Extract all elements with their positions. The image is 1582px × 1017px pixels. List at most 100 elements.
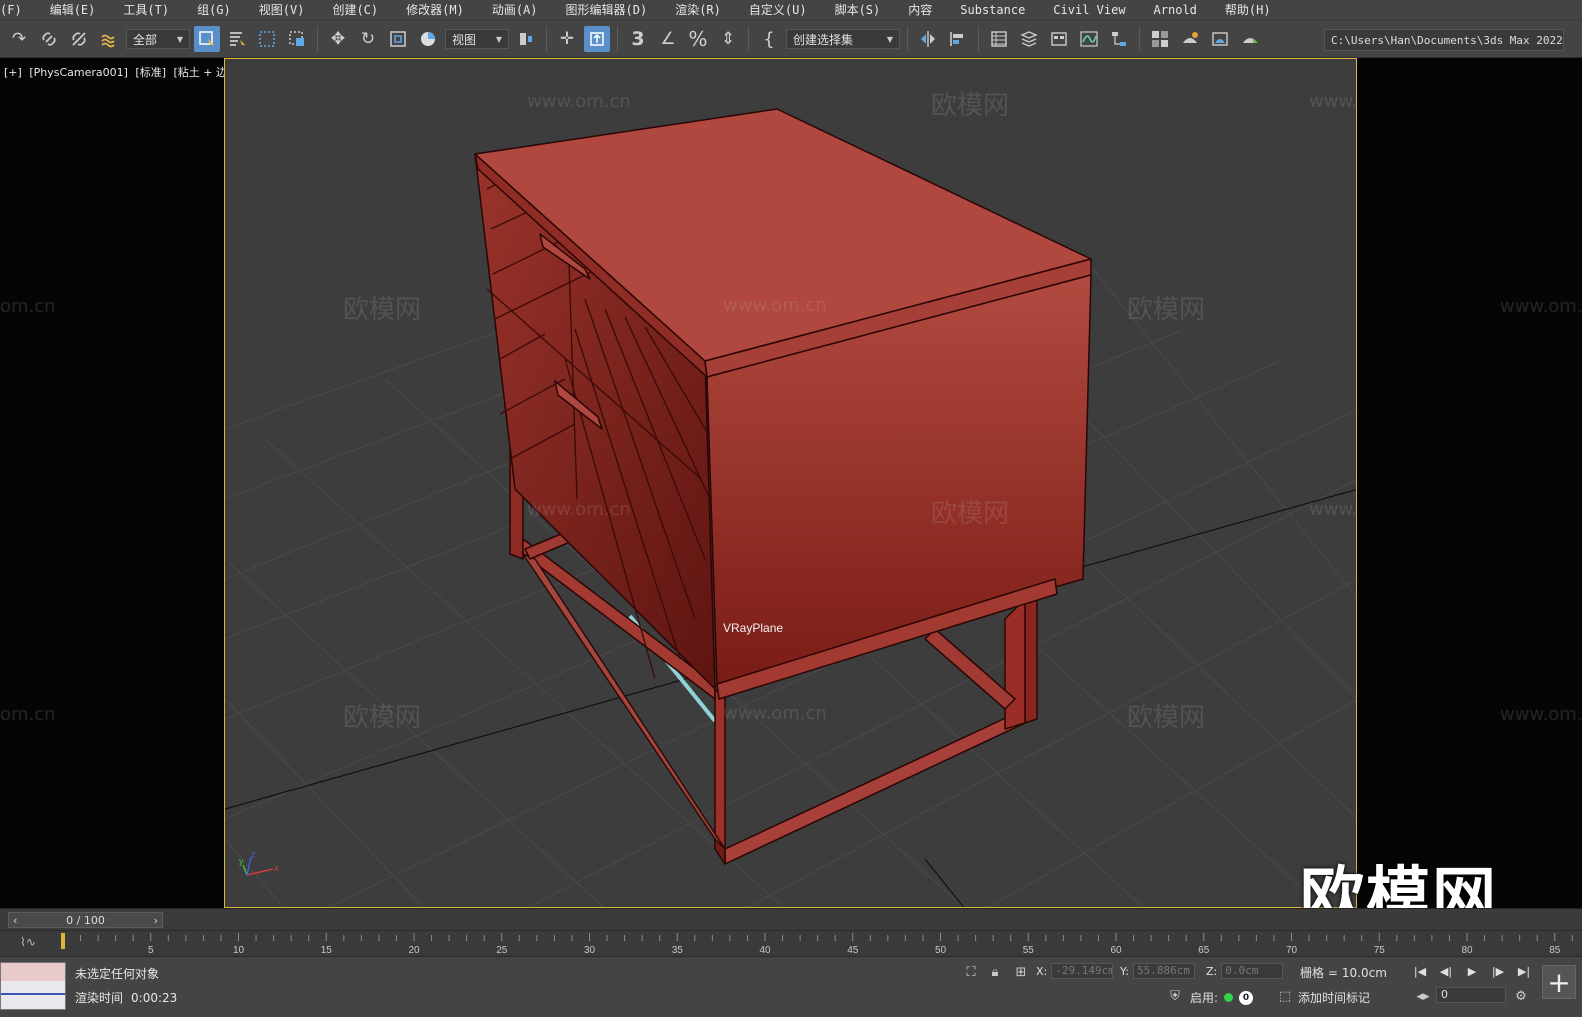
select-by-name-icon[interactable] bbox=[224, 26, 250, 52]
add-time-tag-icon[interactable]: ⬚ bbox=[1276, 987, 1294, 1005]
unlink-icon[interactable] bbox=[66, 26, 92, 52]
menu-item[interactable]: 组(G) bbox=[183, 0, 245, 20]
select-manipulate-icon[interactable]: ✛ bbox=[554, 26, 580, 52]
next-frame-icon[interactable]: |▶ bbox=[1488, 963, 1508, 979]
reference-coordinate-dropdown[interactable]: 视图 ▼ bbox=[445, 29, 509, 49]
link-icon[interactable] bbox=[36, 26, 62, 52]
absolute-mode-icon[interactable]: ⊞ bbox=[1012, 963, 1030, 981]
spinner-snap-icon[interactable]: ⇕ bbox=[715, 26, 741, 52]
chevron-down-icon: ▼ bbox=[886, 34, 893, 44]
menu-item[interactable]: 修改器(M) bbox=[392, 0, 478, 20]
render-setup-icon[interactable] bbox=[1177, 26, 1203, 52]
menu-item[interactable]: 工具(T) bbox=[109, 0, 183, 20]
menu-item[interactable]: 视图(V) bbox=[245, 0, 319, 20]
add-time-tag[interactable]: 添加时间标记 bbox=[1298, 989, 1370, 1006]
toolbar-separator bbox=[748, 26, 749, 52]
menu-item[interactable]: 脚本(S) bbox=[821, 0, 895, 20]
time-slider-next-icon[interactable]: › bbox=[154, 914, 158, 927]
time-slider-handle[interactable]: ‹ 0 / 100 › bbox=[8, 912, 163, 928]
render-time-value: 0:00:23 bbox=[131, 991, 178, 1005]
menu-item[interactable]: 图形编辑器(D) bbox=[552, 0, 662, 20]
menu-item[interactable]: 创建(C) bbox=[318, 0, 392, 20]
keyboard-shortcut-override-icon[interactable] bbox=[584, 26, 610, 52]
menu-item[interactable]: 编辑(E) bbox=[36, 0, 110, 20]
z-label: Z: bbox=[1206, 964, 1218, 978]
viewport-label-menu[interactable]: [+] [PhysCamera001] [标准] [粘土 + 边面] bbox=[4, 64, 246, 80]
viewport-general-menu[interactable]: [+] bbox=[4, 66, 22, 79]
menu-item[interactable]: 帮助(H) bbox=[1211, 0, 1285, 20]
scene-explorer-icon[interactable] bbox=[986, 26, 1012, 52]
select-object-icon[interactable] bbox=[194, 26, 220, 52]
selection-filter-dropdown[interactable]: 全部 ▼ bbox=[126, 29, 190, 49]
maxscript-mini-listener[interactable] bbox=[0, 962, 66, 1010]
menu-item[interactable]: Civil View bbox=[1039, 0, 1139, 20]
selection-lock-icon[interactable]: 🔒︎ bbox=[986, 963, 1004, 981]
material-editor-icon[interactable] bbox=[1147, 26, 1173, 52]
viewport-shading-menu[interactable]: [标准] bbox=[135, 66, 166, 79]
listener-output bbox=[1, 993, 65, 995]
go-to-start-icon[interactable]: |◀ bbox=[1410, 963, 1430, 979]
playback-controls: |◀ ◀| ▶ |▶ ▶| bbox=[1410, 963, 1534, 979]
menu-item[interactable]: 渲染(R) bbox=[661, 0, 735, 20]
key-mode-icon[interactable]: ◂▸ bbox=[1414, 987, 1432, 1005]
toolbar-separator bbox=[978, 26, 979, 52]
rotate-icon[interactable]: ↻ bbox=[355, 26, 381, 52]
scale-icon[interactable] bbox=[385, 26, 411, 52]
menu-item[interactable]: Substance bbox=[946, 0, 1039, 20]
project-path-dropdown[interactable]: C:\Users\Han\Documents\3ds Max 2022▼ bbox=[1324, 29, 1564, 51]
toggle-ribbon-icon[interactable] bbox=[1046, 26, 1072, 52]
angle-snap-icon[interactable]: ∠ bbox=[655, 26, 681, 52]
isolate-selection-icon[interactable]: ⛶ bbox=[962, 963, 980, 981]
mirror-icon[interactable] bbox=[915, 26, 941, 52]
menu-item[interactable]: 动画(A) bbox=[478, 0, 552, 20]
rectangular-selection-icon[interactable] bbox=[254, 26, 280, 52]
go-to-end-icon[interactable]: ▶| bbox=[1514, 963, 1534, 979]
place-icon[interactable] bbox=[415, 26, 441, 52]
menu-item[interactable]: Arnold bbox=[1140, 0, 1211, 20]
listener-input[interactable] bbox=[1, 963, 65, 981]
render-production-icon[interactable] bbox=[1237, 26, 1263, 52]
track-tick-label: 25 bbox=[496, 945, 508, 956]
render-time-label: 渲染时间 bbox=[75, 991, 124, 1005]
window-crossing-icon[interactable] bbox=[284, 26, 310, 52]
play-icon[interactable]: ▶ bbox=[1462, 963, 1482, 979]
schematic-view-icon[interactable] bbox=[1106, 26, 1132, 52]
previous-frame-icon[interactable]: ◀| bbox=[1436, 963, 1456, 979]
curve-editor-icon[interactable] bbox=[1076, 26, 1102, 52]
y-label: Y: bbox=[1120, 964, 1129, 978]
track-bar[interactable]: ⌇∿ 5 10 15 20 25 30 35 40 45 50 55 60 65 70 75 80 85 bbox=[0, 930, 1582, 956]
align-icon[interactable] bbox=[945, 26, 971, 52]
current-frame-marker bbox=[61, 933, 65, 949]
rendered-frame-window-icon[interactable] bbox=[1207, 26, 1233, 52]
toolbar-separator bbox=[617, 26, 618, 52]
percent-snap-icon[interactable]: % bbox=[685, 26, 711, 52]
shield-icon[interactable]: ⛨ bbox=[1166, 987, 1184, 1005]
redo-icon[interactable]: ↷ bbox=[6, 26, 32, 52]
watermark-site: www.om.cn bbox=[1500, 704, 1582, 725]
layer-explorer-icon[interactable] bbox=[1016, 26, 1042, 52]
pivot-center-icon[interactable] bbox=[513, 26, 539, 52]
y-coordinate-field[interactable]: 55.886cm bbox=[1132, 963, 1195, 979]
svg-text:x: x bbox=[274, 863, 279, 873]
snap-3d-icon[interactable]: 3 bbox=[625, 26, 651, 52]
enable-label: 启用: bbox=[1190, 991, 1219, 1005]
menu-item[interactable]: (F) bbox=[0, 0, 36, 20]
x-coordinate-field[interactable]: -29.149cm bbox=[1051, 963, 1114, 979]
z-coordinate-field[interactable]: 0.0cm bbox=[1221, 963, 1284, 979]
time-slider-prev-icon[interactable]: ‹ bbox=[13, 914, 17, 927]
edit-named-selection-icon[interactable]: { bbox=[756, 26, 782, 52]
time-slider-bar[interactable]: ‹ 0 / 100 › bbox=[0, 908, 1582, 930]
active-viewport[interactable]: VRayPlane x y z 欧模网 www.om.cn 欧模网 www.om… bbox=[224, 58, 1357, 908]
named-selection-set-dropdown[interactable]: 创建选择集 ▼ bbox=[786, 29, 900, 49]
add-command-panel-icon[interactable]: + bbox=[1542, 965, 1576, 999]
current-frame-field[interactable]: 0 bbox=[1436, 987, 1506, 1003]
menu-item[interactable]: 自定义(U) bbox=[735, 0, 821, 20]
viewport-point-of-view-menu[interactable]: [PhysCamera001] bbox=[29, 66, 128, 79]
menu-item[interactable]: 内容 bbox=[894, 0, 946, 20]
bind-space-warp-icon[interactable] bbox=[96, 26, 122, 52]
move-icon[interactable]: ✥ bbox=[325, 26, 351, 52]
time-configuration-icon[interactable]: ⚙ bbox=[1512, 987, 1530, 1005]
named-selection-set-value: 创建选择集 bbox=[793, 32, 854, 47]
grid-label: 栅格 = bbox=[1300, 966, 1338, 980]
selection-status-text: 未选定任何对象 bbox=[75, 967, 160, 981]
